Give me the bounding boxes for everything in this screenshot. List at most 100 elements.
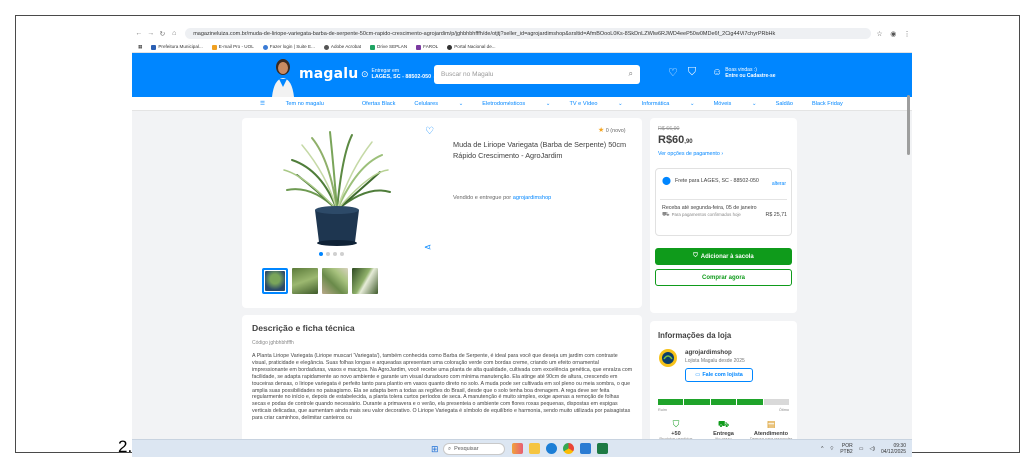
login-link[interactable]: ☺ Boas vindas :) Entre ou Cadastre-se	[712, 67, 776, 79]
display-icon[interactable]: ▭	[859, 446, 864, 452]
search-input[interactable]: Buscar no Magalu ⌕	[434, 65, 640, 84]
carousel-dot[interactable]	[340, 252, 344, 256]
widgets-icon[interactable]	[512, 443, 523, 454]
reputation-segment	[763, 399, 790, 405]
bookmark-item[interactable]: Fazer login | Suite E...	[262, 44, 315, 50]
apps-grid-icon[interactable]: ▦	[138, 44, 142, 50]
volume-icon[interactable]: ◁)	[869, 446, 875, 452]
seller-info: Vendido e entregue por agrojardimshop	[453, 195, 552, 201]
delivery-estimate: Receba até segunda-feira, 05 de janeiro …	[662, 205, 787, 218]
menu-icon[interactable]: ⋮	[902, 30, 912, 38]
shipping-destination: ⬤ Frete para LAGES, SC - 88502-050	[662, 176, 759, 185]
nav-item-informatica[interactable]: Informática ⌄	[642, 101, 695, 107]
windows-start-icon[interactable]: ⊞	[431, 444, 439, 455]
nav-item-celulares[interactable]: Celulares ⌄	[414, 101, 463, 107]
reload-icon[interactable]: ↻	[158, 30, 168, 38]
bookmark-favicon-icon	[262, 44, 268, 50]
category-nav: ☰ Tem no magalu Ofertas Black Celulares …	[132, 97, 912, 111]
product-title: Muda de Liriope Variegata (Barba de Serp…	[453, 140, 627, 160]
thumbnail-3[interactable]	[322, 268, 348, 294]
old-price: R$ 66,90	[658, 126, 680, 132]
bookmark-item[interactable]: Prefeitura Municipal...	[151, 44, 203, 50]
reputation-labels: Ruim Ótimo	[658, 408, 789, 412]
page-scrollbar[interactable]	[906, 65, 911, 455]
seller-link[interactable]: agrojardimshop	[513, 195, 552, 201]
system-tray: ^ ⌔ POR PTB2 ▭ ◁) 09:30 04/12/2025	[821, 443, 906, 455]
forward-icon[interactable]: →	[146, 30, 156, 37]
nav-item-ofertas-black[interactable]: Ofertas Black	[362, 101, 396, 107]
chat-with-seller-button[interactable]: ▭ Fale com lojista	[685, 368, 753, 382]
nav-item-tv-video[interactable]: TV e Vídeo ⌄	[569, 101, 622, 107]
favorite-heart-icon[interactable]: ♡	[425, 126, 434, 137]
bookmarks-bar: ▦ Prefeitura Municipal... E-mail Pro - U…	[132, 42, 912, 53]
header-actions: ♡ ⛉	[668, 66, 696, 79]
bookmark-item[interactable]: Drive SEPLAN	[370, 44, 407, 50]
search-icon[interactable]: ⌕	[629, 69, 633, 79]
thumbnail-2[interactable]	[292, 268, 318, 294]
product-image[interactable]	[282, 130, 392, 248]
nav-item-black-friday[interactable]: Black Friday	[812, 101, 843, 107]
address-bar[interactable]: magazineluiza.com.br/muda-de-liriope-var…	[185, 28, 871, 39]
user-icon: ☺	[712, 67, 723, 78]
thumbnail-1[interactable]	[262, 268, 288, 294]
share-icon[interactable]: ⋖	[424, 242, 432, 253]
nav-item-eletrodomesticos[interactable]: Eletrodomésticos ⌄	[482, 101, 550, 107]
carousel-dot[interactable]	[319, 252, 323, 256]
carousel-dot[interactable]	[333, 252, 337, 256]
chevron-up-icon[interactable]: ^	[821, 446, 823, 452]
bookmark-star-icon[interactable]: ☆	[875, 30, 885, 38]
bookmark-favicon-icon	[211, 44, 217, 50]
bookmark-item[interactable]: FAROL	[416, 44, 438, 50]
outlook-icon[interactable]	[580, 443, 591, 454]
url-text: magazineluiza.com.br/muda-de-liriope-var…	[193, 30, 776, 37]
excel-icon[interactable]	[597, 443, 608, 454]
description-text: A Planta Liriope Variegata (Liriope musc…	[252, 353, 633, 422]
nav-item-moveis[interactable]: Móveis ⌄	[714, 101, 757, 107]
change-cep-link[interactable]: alterar	[772, 181, 786, 187]
store-card: Informações da loja agrojardimshop Lojis…	[650, 321, 797, 457]
reputation-segment	[710, 399, 737, 405]
shopping-bag-icon[interactable]: ⛉	[688, 66, 696, 79]
store-logo-icon	[662, 352, 674, 364]
add-to-cart-button[interactable]: ⛉ Adicionar à sacola	[655, 248, 792, 265]
bookmark-item[interactable]: Portal Nacional de...	[447, 44, 496, 50]
chrome-icon[interactable]	[563, 443, 574, 454]
store-name[interactable]: agrojardimshop	[685, 349, 732, 356]
delivery-cost: R$ 25,71	[765, 212, 788, 218]
language-indicator[interactable]: POR PTB2	[840, 443, 853, 455]
current-price: R$60,90	[658, 134, 693, 146]
payment-options-link[interactable]: Ver opções de pagamento ›	[658, 151, 723, 157]
favorites-heart-icon[interactable]: ♡	[668, 66, 678, 79]
bookmark-item[interactable]: Adobe Acrobat	[323, 44, 361, 50]
delivery-location-selector[interactable]: ⊙ Entregar em LAGES, SC - 88502-050 ⌄	[361, 68, 437, 80]
truck-icon: ⛟	[662, 211, 670, 218]
description-card: Descrição e ficha técnica Código jghbhbh…	[242, 315, 642, 457]
bookmark-favicon-icon	[151, 44, 157, 50]
home-icon[interactable]: ⌂	[169, 30, 179, 37]
image-carousel-dots	[319, 252, 344, 256]
magalu-logo[interactable]: magalu	[299, 66, 358, 82]
back-icon[interactable]: ←	[134, 30, 144, 37]
thumbnail-4[interactable]	[352, 268, 378, 294]
profile-icon[interactable]: ◉	[888, 30, 898, 38]
store-logo[interactable]	[659, 349, 677, 367]
scrollbar-thumb[interactable]	[907, 95, 910, 155]
nav-item-saldao[interactable]: Saldão	[776, 101, 793, 107]
store-since: Lojista Magalu desde 2025	[685, 358, 745, 364]
carousel-dot[interactable]	[326, 252, 330, 256]
taskbar-search[interactable]: ⌕ Pesquisar	[443, 443, 505, 455]
screenshot: ← → ↻ ⌂ magazineluiza.com.br/muda-de-lir…	[132, 25, 912, 457]
search-icon: ⌕	[448, 445, 452, 452]
file-explorer-icon[interactable]	[529, 443, 540, 454]
buy-now-button[interactable]: Comprar agora	[655, 269, 792, 286]
image-thumbnails	[262, 268, 378, 294]
location-pin-icon: ⊙	[361, 69, 369, 79]
bookmark-item[interactable]: E-mail Pro - UOL	[211, 44, 254, 50]
search-placeholder: Buscar no Magalu	[441, 71, 494, 78]
edge-icon[interactable]	[546, 443, 557, 454]
clock[interactable]: 09:30 04/12/2025	[881, 443, 906, 455]
nav-item-tem-no-magalu[interactable]: ☰ Tem no magalu	[260, 101, 343, 107]
network-icon[interactable]: ⌔	[830, 446, 835, 452]
deliver-location: LAGES, SC - 88502-050	[371, 74, 432, 80]
store-section-title: Informações da loja	[658, 331, 732, 340]
